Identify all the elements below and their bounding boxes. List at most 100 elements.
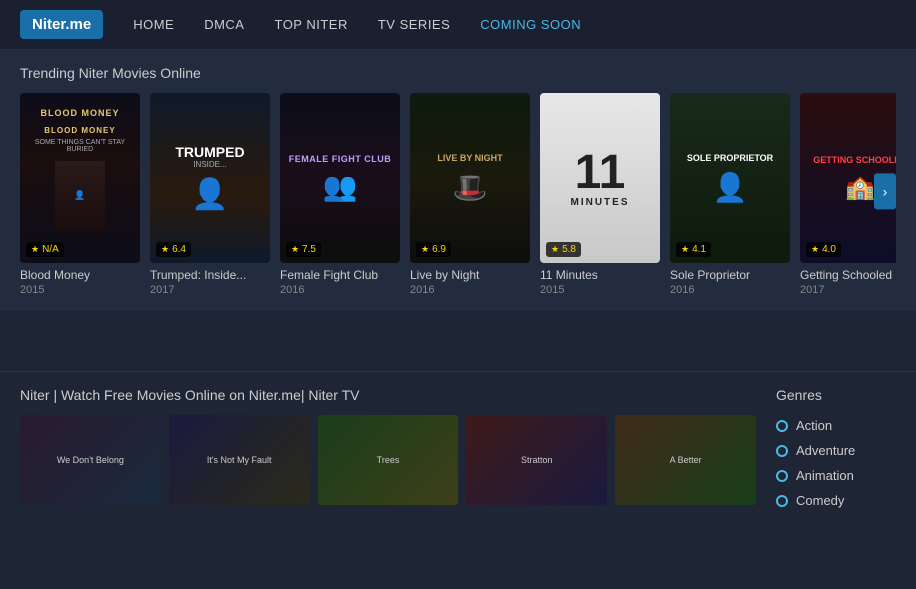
sidebar-item-animation[interactable]: Animation bbox=[776, 463, 896, 488]
thumb-card-1[interactable]: We Don't Belong bbox=[20, 415, 161, 505]
11-title-art: 11 bbox=[575, 149, 626, 197]
rating-female-fight: ★ 7.5 bbox=[286, 242, 321, 257]
thumb-label-3: Trees bbox=[377, 455, 400, 465]
female-fight-title-art: FEMALE FIGHT CLUB bbox=[289, 154, 392, 164]
rating-sole-proprietor: ★ 4.1 bbox=[676, 242, 711, 257]
nav-top-niter[interactable]: TOP NITER bbox=[274, 17, 347, 32]
trumped-title-art: TRUMPED bbox=[175, 144, 244, 160]
sidebar: Genres Action Adventure Animation Comedy bbox=[776, 387, 896, 513]
movie-year-trumped: 2017 bbox=[150, 284, 270, 296]
nav: HOME DMCA TOP NITER TV SERIES Coming Soo… bbox=[133, 17, 581, 32]
movie-title-live-by-night: Live by Night bbox=[410, 268, 530, 282]
star-icon: ★ bbox=[681, 244, 689, 255]
thumb-img-4: Stratton bbox=[466, 415, 607, 505]
sidebar-item-adventure[interactable]: Adventure bbox=[776, 438, 896, 463]
movie-title-11-minutes: 11 Minutes bbox=[540, 268, 660, 282]
nav-dmca[interactable]: DMCA bbox=[204, 17, 244, 32]
genre-label-animation: Animation bbox=[796, 468, 854, 483]
star-icon: ★ bbox=[31, 244, 39, 255]
movie-poster-trumped: TRUMPED INSIDE... 👤 ★ 6.4 bbox=[150, 93, 270, 263]
rating-11-minutes: ★ 5.8 bbox=[546, 242, 581, 257]
thumb-card-5[interactable]: A Better bbox=[615, 415, 756, 505]
movie-poster-female-fight-club: FEMALE FIGHT CLUB 👥 ★ 7.5 bbox=[280, 93, 400, 263]
movie-poster-11-minutes: 11 MINUTES ★ 5.8 bbox=[540, 93, 660, 263]
nav-home[interactable]: HOME bbox=[133, 17, 174, 32]
movies-row: BLOOD MONEY SOME THINGS CAN'T STAY BURIE… bbox=[20, 93, 896, 296]
thumb-label-4: Stratton bbox=[521, 455, 553, 465]
thumb-label-1: We Don't Belong bbox=[57, 455, 124, 465]
star-icon: ★ bbox=[811, 244, 819, 255]
live-night-title-art: LIVE BY NIGHT bbox=[437, 153, 502, 163]
page-title: Niter | Watch Free Movies Online on Nite… bbox=[20, 387, 756, 403]
movie-poster-live-by-night: LIVE BY NIGHT 🎩 ★ 6.9 bbox=[410, 93, 530, 263]
movie-title-sole-proprietor: Sole Proprietor bbox=[670, 268, 790, 282]
movie-poster-blood-money: BLOOD MONEY SOME THINGS CAN'T STAY BURIE… bbox=[20, 93, 140, 263]
thumb-img-3: Trees bbox=[318, 415, 459, 505]
movie-year-live-by-night: 2016 bbox=[410, 284, 530, 296]
genre-dot-comedy bbox=[776, 495, 788, 507]
movie-year-female-fight-club: 2016 bbox=[280, 284, 400, 296]
thumb-card-3[interactable]: Trees bbox=[318, 415, 459, 505]
rating-trumped: ★ 6.4 bbox=[156, 242, 191, 257]
thumb-label-2: It's Not My Fault bbox=[207, 455, 272, 465]
trending-section: Trending Niter Movies Online BLOOD MONEY… bbox=[0, 50, 916, 311]
movie-card-trumped[interactable]: TRUMPED INSIDE... 👤 ★ 6.4 Trumped: Insid… bbox=[150, 93, 270, 296]
rating-getting-schooled: ★ 4.0 bbox=[806, 242, 841, 257]
movies-row-wrapper: BLOOD MONEY SOME THINGS CAN'T STAY BURIE… bbox=[20, 93, 896, 296]
movie-year-getting-schooled: 2017 bbox=[800, 284, 896, 296]
live-night-figure: 🎩 bbox=[453, 171, 488, 204]
movie-poster-sole-proprietor: SOLE PROPRIETOR 👤 ★ 4.1 bbox=[670, 93, 790, 263]
header: Niter.me HOME DMCA TOP NITER TV SERIES C… bbox=[0, 0, 916, 50]
genre-label-adventure: Adventure bbox=[796, 443, 855, 458]
trumped-figure: 👤 bbox=[191, 177, 228, 212]
genre-dot-adventure bbox=[776, 445, 788, 457]
star-icon: ★ bbox=[421, 244, 429, 255]
thumb-label-5: A Better bbox=[670, 455, 702, 465]
trending-title: Trending Niter Movies Online bbox=[20, 65, 896, 81]
movie-title-getting-schooled: Getting Schooled bbox=[800, 268, 896, 282]
bottom-section: Niter | Watch Free Movies Online on Nite… bbox=[0, 371, 916, 528]
movie-card-11-minutes[interactable]: 11 MINUTES ★ 5.8 11 Minutes 2015 bbox=[540, 93, 660, 296]
movie-card-live-by-night[interactable]: LIVE BY NIGHT 🎩 ★ 6.9 Live by Night 2016 bbox=[410, 93, 530, 296]
rating-blood-money: ★ N/A bbox=[26, 242, 64, 257]
movie-title-blood-money: Blood Money bbox=[20, 268, 140, 282]
female-fight-figure: 👥 bbox=[323, 170, 358, 203]
sidebar-item-comedy[interactable]: Comedy bbox=[776, 488, 896, 513]
movie-year-11-minutes: 2015 bbox=[540, 284, 660, 296]
nav-coming-soon[interactable]: Coming Soon bbox=[480, 17, 581, 32]
movie-year-blood-money: 2015 bbox=[20, 284, 140, 296]
sidebar-item-action[interactable]: Action bbox=[776, 413, 896, 438]
getting-title-art: GETTING SCHOOLED bbox=[813, 155, 896, 165]
getting-figure: 🏫 bbox=[845, 173, 875, 202]
blood-money-figure: 👤 bbox=[55, 161, 105, 231]
movie-title-trumped: Trumped: Inside... bbox=[150, 268, 270, 282]
star-icon: ★ bbox=[161, 244, 169, 255]
star-icon: ★ bbox=[551, 244, 559, 255]
genre-dot-action bbox=[776, 420, 788, 432]
nav-tv-series[interactable]: TV SERIES bbox=[378, 17, 450, 32]
genre-dot-animation bbox=[776, 470, 788, 482]
gap-section bbox=[0, 311, 916, 371]
thumb-img-1: We Don't Belong bbox=[20, 415, 161, 505]
main-content: Niter | Watch Free Movies Online on Nite… bbox=[20, 387, 756, 513]
genre-label-action: Action bbox=[796, 418, 832, 433]
thumbnail-grid: We Don't Belong It's Not My Fault Trees … bbox=[20, 415, 756, 505]
genre-label-comedy: Comedy bbox=[796, 493, 844, 508]
movie-card-sole-proprietor[interactable]: SOLE PROPRIETOR 👤 ★ 4.1 Sole Proprietor … bbox=[670, 93, 790, 296]
thumb-card-2[interactable]: It's Not My Fault bbox=[169, 415, 310, 505]
blood-money-title-art: BLOOD MONEY bbox=[44, 126, 115, 135]
movie-card-blood-money[interactable]: BLOOD MONEY SOME THINGS CAN'T STAY BURIE… bbox=[20, 93, 140, 296]
thumb-card-4[interactable]: Stratton bbox=[466, 415, 607, 505]
11-subtitle-art: MINUTES bbox=[571, 197, 630, 208]
sole-title-art: SOLE PROPRIETOR bbox=[687, 153, 773, 163]
star-icon: ★ bbox=[291, 244, 299, 255]
logo[interactable]: Niter.me bbox=[20, 10, 103, 39]
trumped-subtitle-art: INSIDE... bbox=[193, 160, 226, 169]
movie-year-sole-proprietor: 2016 bbox=[670, 284, 790, 296]
sidebar-genres-title: Genres bbox=[776, 387, 896, 403]
blood-money-subtitle-art: SOME THINGS CAN'T STAY BURIED bbox=[26, 139, 134, 153]
scroll-right-button[interactable]: › bbox=[874, 173, 896, 209]
movie-card-female-fight-club[interactable]: FEMALE FIGHT CLUB 👥 ★ 7.5 Female Fight C… bbox=[280, 93, 400, 296]
thumb-img-5: A Better bbox=[615, 415, 756, 505]
rating-live-night: ★ 6.9 bbox=[416, 242, 451, 257]
